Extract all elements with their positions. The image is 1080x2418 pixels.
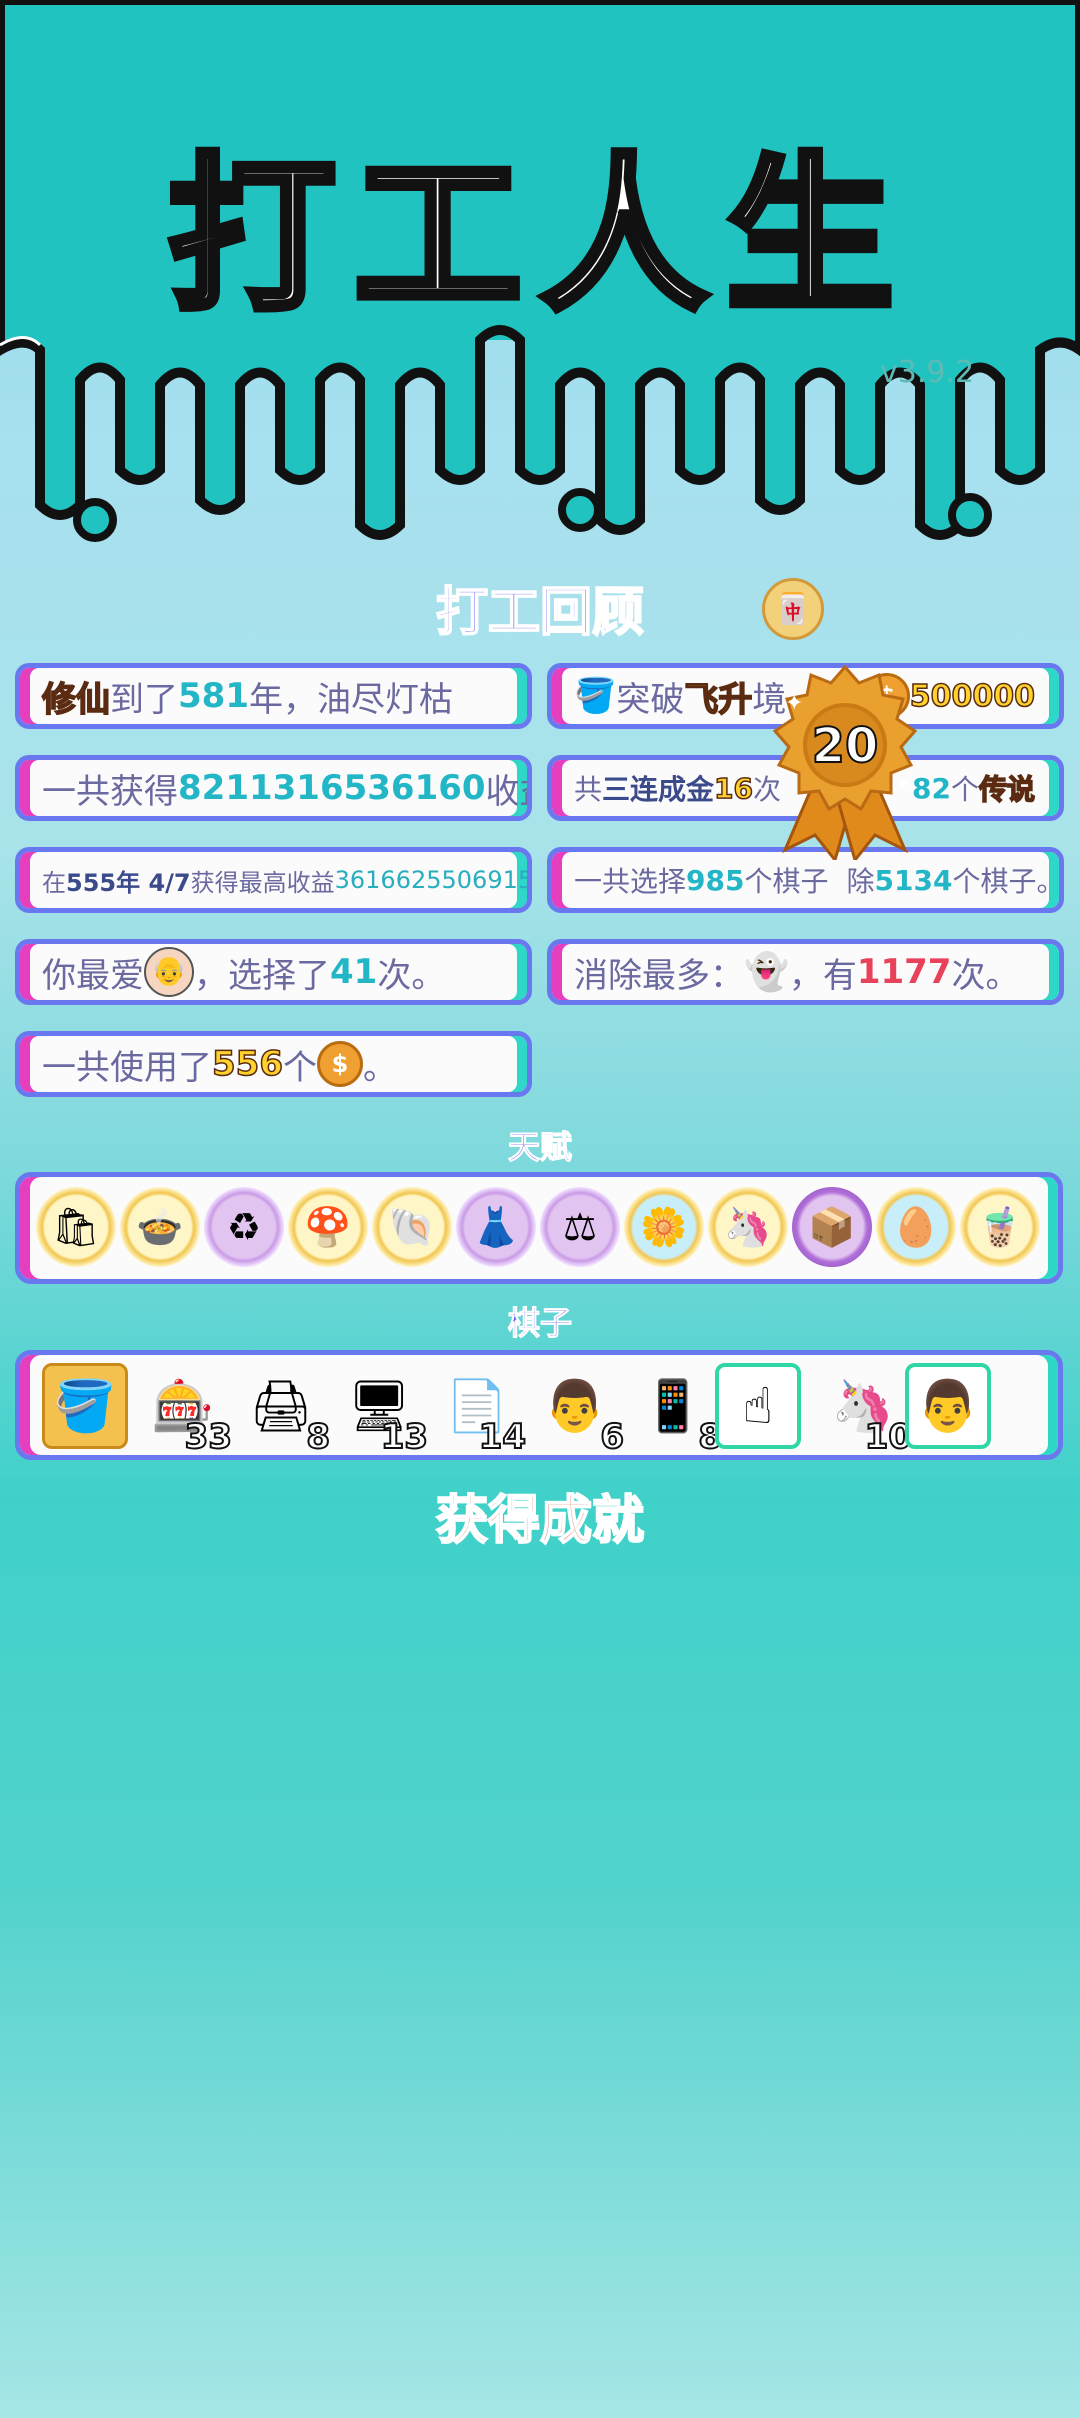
pieces-title: 棋子 bbox=[507, 1304, 572, 1343]
card-most-eliminated: 消除最多： 👻 ，有 1177 次。 bbox=[547, 939, 1064, 1005]
phone-icon[interactable]: 📱 8 bbox=[630, 1363, 723, 1459]
pot-icon[interactable]: 🍲 bbox=[120, 1187, 200, 1267]
candy-scale-icon[interactable]: ⚖ bbox=[540, 1187, 620, 1267]
card-total-income: 一共获得 8211316536160 收益 bbox=[15, 755, 532, 821]
milk-tea-icon[interactable]: 🧋 bbox=[960, 1187, 1040, 1267]
printer-icon[interactable]: 🖨 8 bbox=[238, 1363, 331, 1459]
boss-face-icon: 👴 bbox=[144, 947, 194, 997]
recycle-icon[interactable]: ♻ bbox=[204, 1187, 284, 1267]
skirt-icon[interactable]: 👗 bbox=[456, 1187, 536, 1267]
review-title: 打工回顾 bbox=[435, 582, 645, 644]
talents-strip: 🛍 🍲 ♻ 🍄 🐚 👗 ⚖ 🌼 🦄 📦 🥚 🧋 bbox=[15, 1172, 1063, 1284]
header-banner: 打工人生 v3.9.2 bbox=[0, 0, 1080, 560]
bag-icon[interactable]: 🛍 bbox=[36, 1187, 116, 1267]
copy-paste-icon[interactable]: 📄 14 bbox=[434, 1363, 527, 1459]
card-favorite: 你最爱 👴 ，选择了 41 次。 bbox=[15, 939, 532, 1005]
bucket-icon[interactable]: 🪣 bbox=[42, 1363, 128, 1449]
unicorn-icon[interactable]: 🦄 10 bbox=[820, 1363, 913, 1459]
sparkle-icon: ✦ bbox=[785, 691, 803, 716]
shell-icon[interactable]: 🐚 bbox=[372, 1187, 452, 1267]
card-cultivation: 修仙 到了 581 年，油尽灯枯 bbox=[15, 663, 532, 729]
flower-pot-icon[interactable]: 🌼 bbox=[624, 1187, 704, 1267]
achievement-badge[interactable]: 20 ✦ ✦ bbox=[745, 660, 945, 860]
unicorn-icon[interactable]: 🦄 bbox=[708, 1187, 788, 1267]
claw-machine-icon[interactable]: 🎰 33 bbox=[140, 1363, 233, 1459]
bucket-icon: 🪣 bbox=[574, 676, 617, 716]
sparkle-icon: ✦ bbox=[895, 774, 910, 795]
card-max-income: 在 555年 4/7 获得最高收益 3616625506915 bbox=[15, 847, 532, 913]
pieces-strip: 🪣 🎰 33 🖨 8 🖥 13 📄 14 👨 6 📱 8 ☝ 🦄 10 👨 bbox=[15, 1350, 1063, 1460]
egg-tray-icon[interactable]: 🥚 bbox=[876, 1187, 956, 1267]
tissue-box-icon[interactable]: 📦 bbox=[792, 1187, 872, 1267]
card-coins-used: 一共使用了 556 个 $ 。 bbox=[15, 1031, 532, 1097]
boss-face-icon[interactable]: 👨 6 bbox=[532, 1363, 625, 1459]
coin-icon: $ bbox=[316, 1041, 363, 1087]
server-icon[interactable]: 🖥 13 bbox=[336, 1363, 429, 1459]
achievements-title: 获得成就 bbox=[435, 1490, 645, 1552]
ghost-icon: 👻 bbox=[744, 952, 789, 993]
talents-title: 天赋 bbox=[507, 1128, 572, 1167]
mahjong-icon[interactable]: 🀄 bbox=[762, 578, 824, 640]
mushroom-cloud-icon[interactable]: 🍄 bbox=[288, 1187, 368, 1267]
boss-face-icon[interactable]: 👨 bbox=[905, 1363, 991, 1449]
app-title: 打工人生 bbox=[165, 135, 912, 338]
version-label: v3.9.2 bbox=[880, 355, 975, 390]
finger-icon[interactable]: ☝ bbox=[715, 1363, 801, 1449]
badge-level: 20 bbox=[812, 718, 879, 774]
